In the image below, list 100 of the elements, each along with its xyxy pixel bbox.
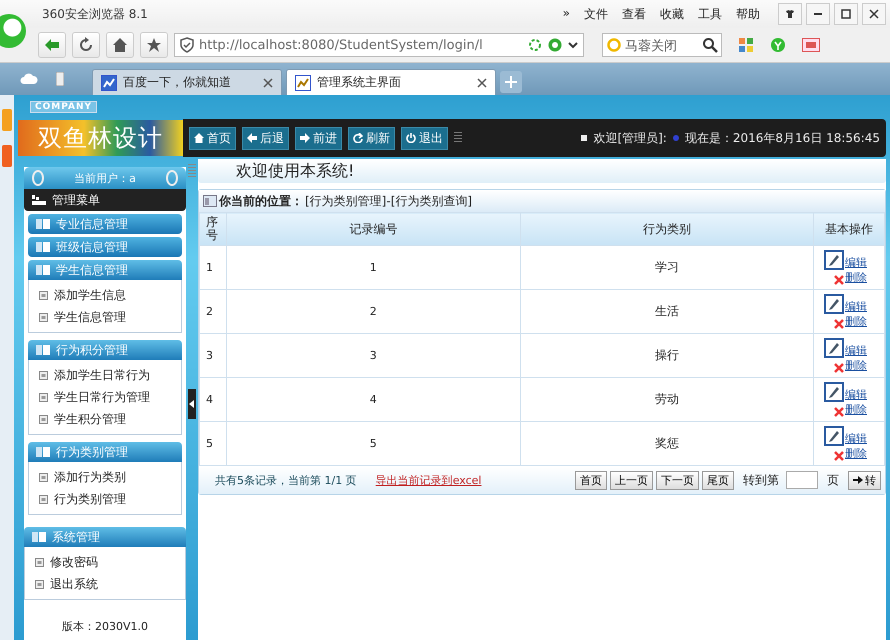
browser-tab[interactable]: 百度一下，你就知道 bbox=[92, 69, 282, 95]
menu-item[interactable]: 文件 bbox=[584, 6, 608, 22]
action-link[interactable]: 删除 bbox=[845, 446, 867, 461]
grip-icon bbox=[188, 164, 196, 178]
refresh-button[interactable] bbox=[72, 32, 100, 58]
status-dot-icon bbox=[672, 135, 679, 141]
delete-icon[interactable] bbox=[834, 451, 844, 461]
action-link[interactable]: 编辑 bbox=[845, 431, 867, 446]
action-link[interactable]: 编辑 bbox=[845, 255, 867, 270]
home-icon bbox=[112, 37, 128, 53]
window-icon bbox=[203, 195, 217, 207]
skin-button[interactable] bbox=[778, 3, 802, 25]
arrow-right-icon bbox=[300, 133, 310, 143]
action-link[interactable]: 编辑 bbox=[845, 343, 867, 358]
close-button[interactable] bbox=[862, 3, 886, 25]
table-cell: 1 bbox=[200, 246, 226, 290]
maximize-button[interactable] bbox=[834, 3, 858, 25]
close-tab-icon[interactable] bbox=[477, 78, 487, 88]
browser-tab[interactable]: 管理系统主界面 bbox=[286, 69, 496, 95]
go-button[interactable]: 转 bbox=[848, 470, 881, 490]
delete-icon[interactable] bbox=[834, 407, 844, 417]
address-bar[interactable]: http://localhost:8080/StudentSystem/login/l bbox=[174, 33, 584, 57]
search-box[interactable]: 马蓉关闭 bbox=[602, 33, 722, 57]
export-link[interactable]: 导出当前记录到excel bbox=[376, 472, 482, 488]
window-title: 360安全浏览器 8.1 bbox=[42, 6, 148, 22]
edit-icon[interactable] bbox=[824, 250, 844, 270]
action-link[interactable]: 编辑 bbox=[845, 387, 867, 402]
page-icon bbox=[39, 370, 48, 380]
minimize-button[interactable] bbox=[806, 3, 830, 25]
version-text: 版本：2030V1.0 bbox=[60, 619, 149, 634]
menu-item[interactable]: 查看 bbox=[622, 6, 646, 22]
collapse-handle[interactable] bbox=[188, 388, 196, 418]
page-icon bbox=[39, 290, 48, 300]
nav-button[interactable]: 首页 bbox=[189, 126, 236, 150]
page-icon bbox=[35, 580, 44, 588]
table-cell: 3 bbox=[226, 334, 520, 378]
menu-item[interactable]: 工具 bbox=[698, 6, 722, 22]
edit-icon[interactable] bbox=[824, 338, 844, 358]
loading-icon bbox=[527, 37, 543, 53]
edit-icon[interactable] bbox=[824, 382, 844, 402]
nav-button[interactable]: 退出 bbox=[401, 126, 448, 150]
page-icon bbox=[39, 472, 48, 482]
nav-button[interactable]: 前进 bbox=[295, 126, 342, 150]
delete-icon[interactable] bbox=[834, 363, 844, 373]
edit-icon[interactable] bbox=[824, 294, 844, 314]
arrow-left-icon bbox=[247, 133, 257, 143]
apps-icon[interactable] bbox=[738, 37, 754, 53]
menu-item[interactable]: » bbox=[562, 6, 570, 22]
nav-button[interactable]: 后退 bbox=[242, 126, 289, 150]
menu-item[interactable]: 添加学生信息 bbox=[29, 284, 181, 306]
nav-button[interactable]: 刷新 bbox=[348, 126, 395, 150]
menu-item[interactable]: 行为类别管理 bbox=[29, 488, 181, 510]
pager-button[interactable]: 上一页 bbox=[610, 470, 653, 490]
table-cell: 生活 bbox=[520, 290, 814, 334]
back-button[interactable] bbox=[38, 32, 66, 58]
home-button[interactable] bbox=[106, 32, 134, 58]
page-input[interactable] bbox=[786, 471, 818, 489]
action-link[interactable]: 删除 bbox=[845, 270, 867, 285]
location-label: 你当前的位置： bbox=[219, 192, 303, 210]
cloud-icon[interactable] bbox=[20, 73, 38, 85]
action-link[interactable]: 编辑 bbox=[845, 299, 867, 314]
menu-item[interactable]: 学生积分管理 bbox=[29, 408, 181, 430]
menu-item[interactable]: 学生信息管理 bbox=[29, 306, 181, 328]
menu-item[interactable]: 学生日常行为管理 bbox=[29, 386, 181, 408]
ring-icon bbox=[166, 170, 178, 186]
menu-item[interactable]: 退出系统 bbox=[25, 573, 185, 595]
delete-icon[interactable] bbox=[834, 275, 844, 285]
column-header: 行为类别 bbox=[520, 212, 814, 246]
folder-icon bbox=[36, 265, 50, 275]
record-summary: 共有5条记录，当前第 1/1 页 bbox=[215, 472, 357, 488]
delete-icon[interactable] bbox=[834, 319, 844, 329]
action-link[interactable]: 删除 bbox=[845, 358, 867, 373]
menu-item[interactable]: 添加行为类别 bbox=[29, 466, 181, 488]
edit-icon[interactable] bbox=[824, 426, 844, 446]
pager-button[interactable]: 首页 bbox=[575, 470, 607, 490]
close-tab-icon[interactable] bbox=[263, 78, 273, 88]
table-cell: 2 bbox=[200, 290, 226, 334]
column-header: 序号 bbox=[200, 212, 226, 246]
tab-favicon-icon bbox=[295, 74, 311, 90]
column-header: 记录编号 bbox=[226, 212, 520, 246]
favorite-button[interactable] bbox=[140, 32, 168, 58]
browser-logo-icon bbox=[0, 14, 26, 48]
maximize-icon bbox=[841, 9, 851, 19]
menu-item[interactable]: 收藏 bbox=[660, 6, 684, 22]
current-user: 当前用户：a bbox=[74, 170, 136, 186]
menu-item[interactable]: 添加学生日常行为 bbox=[29, 364, 181, 386]
shield-guard-icon[interactable] bbox=[770, 37, 786, 53]
pager-button[interactable]: 下一页 bbox=[656, 470, 699, 490]
action-link[interactable]: 删除 bbox=[845, 314, 867, 329]
star-icon bbox=[146, 37, 162, 53]
action-link[interactable]: 删除 bbox=[845, 402, 867, 417]
reader-icon[interactable] bbox=[802, 38, 820, 52]
menu-item[interactable]: 修改密码 bbox=[25, 551, 185, 573]
table-cell: 3 bbox=[200, 334, 226, 378]
pager-button[interactable]: 尾页 bbox=[702, 470, 734, 490]
menu-item[interactable]: 帮助 bbox=[736, 6, 760, 22]
folder-icon bbox=[36, 345, 50, 355]
table-cell: 操行 bbox=[520, 334, 814, 378]
page-icon bbox=[35, 558, 44, 566]
goto-label: 转到第 bbox=[743, 472, 779, 488]
